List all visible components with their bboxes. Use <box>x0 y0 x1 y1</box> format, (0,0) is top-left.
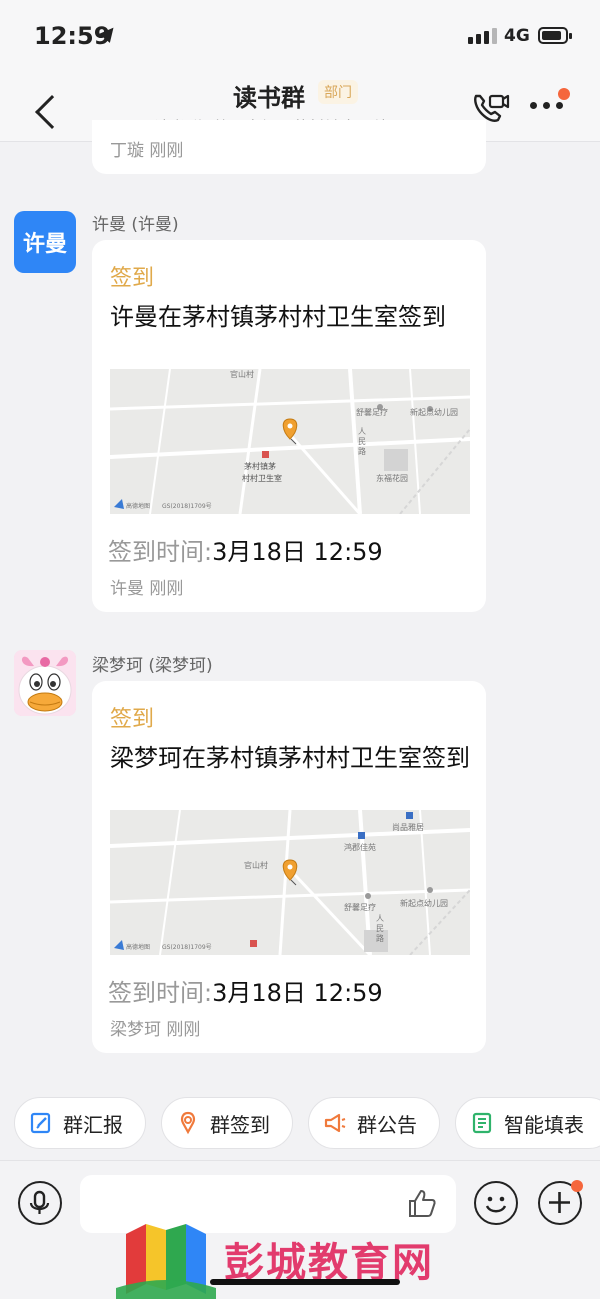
map-label: 尚品雅居 <box>392 823 424 832</box>
home-indicator <box>210 1279 400 1285</box>
sender-name: 梁梦珂 (梁梦珂) <box>92 656 213 676</box>
video-call-icon[interactable] <box>470 90 510 124</box>
group-checkin-button[interactable]: 群签到 <box>161 1097 293 1149</box>
map-label: 茅村镇茅 <box>244 462 276 471</box>
chip-label: 群公告 <box>357 1112 417 1137</box>
smiley-icon <box>485 1196 507 1213</box>
map-label: 新起点幼儿园 <box>400 899 448 908</box>
book-logo-icon <box>116 1224 216 1299</box>
location-pin-icon <box>180 1111 196 1135</box>
map-label: 高德地图 <box>126 503 151 510</box>
form-icon <box>472 1112 492 1134</box>
checkin-time-label: 签到时间: <box>108 538 213 566</box>
checkin-text: 许曼在茅村镇茅村村卫生室签到 <box>110 303 446 331</box>
map-label: 高德地图 <box>126 944 151 951</box>
chip-label: 智能填表 <box>504 1112 584 1137</box>
map-thumbnail[interactable]: 尚品雅居 鸿郡佳苑 官山村 舒馨足疗 新起点幼儿园 人民路 高德地图 GS(20… <box>110 810 470 955</box>
battery-icon <box>538 27 572 44</box>
voice-button[interactable] <box>18 1181 62 1225</box>
group-notice-button[interactable]: 群公告 <box>308 1097 440 1149</box>
map-label: GS(2018)1709号 <box>162 944 212 951</box>
back-chevron-icon <box>35 95 69 129</box>
department-badge: 部门 <box>318 80 358 104</box>
checkin-card[interactable]: 签到 许曼在茅村镇茅村村卫生室签到 官山村 舒馨足疗 新起点幼儿园 人民路 茅村… <box>92 240 486 612</box>
notification-dot <box>571 1180 583 1192</box>
checkin-time-label: 签到时间: <box>108 979 213 1007</box>
duck-avatar-icon <box>14 650 76 716</box>
status-bar: 12:59 4G <box>0 0 600 72</box>
chat-title[interactable]: 读书群 <box>233 78 305 113</box>
checkin-time-value: 3月18日 12:59 <box>212 538 383 566</box>
network-type: 4G <box>504 26 530 46</box>
map-label: 村村卫生室 <box>242 474 282 483</box>
card-type-label: 签到 <box>110 266 155 291</box>
checkin-card[interactable]: 签到 梁梦珂在茅村镇茅村村卫生室签到 尚品雅居 鸿郡佳苑 官山村 舒馨足疗 新起… <box>92 681 486 1053</box>
map-label: 人民路 <box>376 914 384 943</box>
signal-icon <box>468 28 497 44</box>
notification-dot <box>558 88 570 100</box>
smart-form-button[interactable]: 智能填表 <box>455 1097 600 1149</box>
microphone-icon <box>29 1190 50 1214</box>
card-meta: 丁璇 刚刚 <box>110 141 184 161</box>
map-label: 人民路 <box>358 427 366 456</box>
card-meta: 许曼 刚刚 <box>110 579 184 599</box>
avatar[interactable]: 许曼 <box>14 211 76 273</box>
map-label: 新起点幼儿园 <box>410 408 458 417</box>
checkin-time: 签到时间:3月18日 12:59 <box>108 973 383 1008</box>
map-label: 东福花园 <box>376 474 408 483</box>
card-meta: 梁梦珂 刚刚 <box>110 1020 201 1040</box>
shortcut-bar: 群汇报 群签到 群公告 智能填表 <box>0 1097 600 1155</box>
watermark: 彭城教育网 <box>116 1224 476 1299</box>
emoji-button[interactable] <box>474 1181 518 1225</box>
checkin-time: 签到时间:3月18日 12:59 <box>108 532 383 567</box>
back-button[interactable] <box>14 82 69 132</box>
status-time: 12:59 <box>34 22 111 50</box>
chip-label: 群签到 <box>210 1112 270 1137</box>
map-thumbnail[interactable]: 官山村 舒馨足疗 新起点幼儿园 人民路 茅村镇茅 村村卫生室 东福花园 高德地图… <box>110 369 470 514</box>
sender-name: 许曼 (许曼) <box>92 215 179 235</box>
group-report-button[interactable]: 群汇报 <box>14 1097 146 1149</box>
map-label: 官山村 <box>244 861 268 870</box>
map-label: 官山村 <box>230 370 254 379</box>
map-label: GS(2018)1709号 <box>162 503 212 510</box>
thumbs-up-icon[interactable] <box>404 1185 440 1221</box>
avatar[interactable] <box>14 650 76 716</box>
card-type-label: 签到 <box>110 707 155 732</box>
map-label: 鸿郡佳苑 <box>344 843 376 852</box>
checkin-text: 梁梦珂在茅村镇茅村村卫生室签到 <box>110 744 470 772</box>
report-icon <box>30 1112 51 1134</box>
megaphone-icon <box>324 1113 346 1133</box>
map-label: 舒馨足疗 <box>344 903 376 912</box>
map-label: 舒馨足疗 <box>356 408 388 417</box>
chip-label: 群汇报 <box>63 1112 123 1137</box>
checkin-time-value: 3月18日 12:59 <box>212 979 383 1007</box>
more-options-icon[interactable] <box>530 102 563 109</box>
previous-card[interactable]: 丁璇 刚刚 <box>92 120 486 174</box>
